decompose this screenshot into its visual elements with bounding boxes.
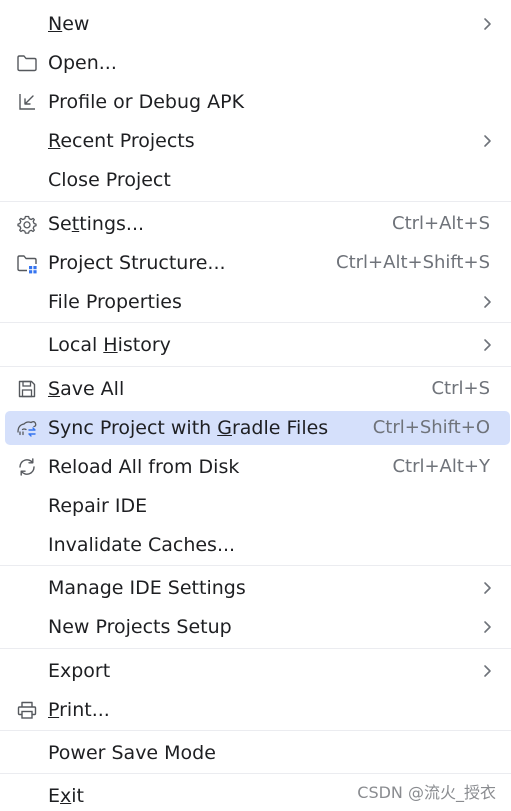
menu-item-recent-projects[interactable]: Recent Projects (0, 124, 511, 158)
menu-item-label: Close Project (48, 169, 171, 191)
mnemonic-letter: G (217, 417, 232, 439)
menu-item-label: Exit (48, 785, 84, 807)
menu-item-label: Recent Projects (48, 130, 195, 152)
menu-item-file-properties[interactable]: File Properties (0, 285, 511, 319)
menu-separator (0, 565, 511, 566)
mnemonic-letter: N (48, 13, 63, 35)
menu-item-repair-ide[interactable]: Repair IDE (0, 489, 511, 523)
chevron-right-icon (484, 621, 491, 633)
menu-item-label: Settings... (48, 213, 145, 235)
mnemonic-letter: t (71, 213, 80, 235)
menu-item-label: File Properties (48, 291, 182, 313)
menu-item-save-all[interactable]: Save All Ctrl+S (0, 372, 511, 406)
mnemonic-letter: H (103, 334, 118, 356)
menu-item-close-project[interactable]: Close Project (0, 163, 511, 197)
menu-item-export[interactable]: Export (0, 654, 511, 688)
gear-icon (17, 215, 37, 234)
project-structure-icon (17, 255, 37, 274)
chevron-right-icon (484, 665, 491, 677)
menu-item-new[interactable]: New (0, 7, 511, 41)
menu-item-label: Repair IDE (48, 495, 148, 517)
menu-item-invalidate-caches[interactable]: Invalidate Caches... (0, 528, 511, 562)
menu-item-label: New (48, 13, 90, 35)
chevron-right-icon (484, 18, 491, 30)
menu-separator (0, 322, 511, 323)
menu-item-label: Power Save Mode (48, 742, 216, 764)
menu-item-print[interactable]: Print... (0, 693, 511, 727)
gradle-sync-icon (17, 421, 37, 437)
mnemonic-letter: x (60, 785, 72, 807)
menu-item-label: Invalidate Caches... (48, 534, 236, 556)
menu-item-label: Export (48, 660, 111, 682)
menu-separator (0, 201, 511, 202)
menu-item-label: New Projects Setup (48, 616, 232, 638)
menu-item-open[interactable]: Open... (0, 46, 511, 80)
menu-item-sync-gradle[interactable]: Sync Project with Gradle Files Ctrl+Shif… (0, 411, 511, 445)
chevron-right-icon (484, 135, 491, 147)
mnemonic-letter: j (135, 169, 142, 191)
menu-item-label: Print... (48, 699, 110, 721)
menu-item-power-save-mode[interactable]: Power Save Mode (0, 736, 511, 770)
mnemonic-letter: S (48, 378, 61, 400)
menu-item-shortcut: Ctrl+Alt+S (392, 213, 490, 234)
chevron-right-icon (484, 339, 491, 351)
print-icon (17, 701, 37, 719)
mnemonic-letter: R (48, 130, 61, 152)
menu-item-label: Save All (48, 378, 125, 400)
import-arrow-icon (19, 94, 35, 110)
mnemonic-letter: P (48, 699, 60, 721)
menu-separator (0, 730, 511, 731)
menu-item-label: Reload All from Disk (48, 456, 240, 478)
menu-item-label: Profile or Debug APK (48, 91, 245, 113)
save-icon (18, 380, 36, 398)
menu-item-label: Open... (48, 52, 117, 74)
menu-item-project-structure[interactable]: Project Structure... Ctrl+Alt+Shift+S (0, 246, 511, 280)
menu-item-new-projects-setup[interactable]: New Projects Setup (0, 610, 511, 644)
folder-icon (17, 55, 37, 72)
chevron-right-icon (484, 296, 491, 308)
menu-item-label: Local History (48, 334, 171, 356)
watermark-text: CSDN @流火_授衣 (357, 783, 496, 802)
menu-item-label: Sync Project with Gradle Files (48, 417, 329, 439)
menu-item-shortcut: Ctrl+Alt+Y (392, 456, 490, 477)
menu-separator (0, 773, 511, 774)
menu-item-profile-debug-apk[interactable]: Profile or Debug APK (0, 85, 511, 119)
menu-item-manage-ide-settings[interactable]: Manage IDE Settings (0, 571, 511, 605)
menu-separator (0, 648, 511, 649)
chevron-right-icon (484, 582, 491, 594)
menu-item-reload-all-from-disk[interactable]: Reload All from Disk Ctrl+Alt+Y (0, 450, 511, 484)
menu-item-label: Project Structure... (48, 252, 226, 274)
menu-item-local-history[interactable]: Local History (0, 328, 511, 362)
menu-item-shortcut: Ctrl+S (431, 378, 490, 399)
menu-separator (0, 366, 511, 367)
reload-icon (19, 458, 35, 476)
file-menu: New Open... Profile or Debug APK Recent … (0, 0, 511, 811)
menu-item-settings[interactable]: Settings... Ctrl+Alt+S (0, 207, 511, 241)
menu-item-label: Manage IDE Settings (48, 577, 246, 599)
menu-item-shortcut: Ctrl+Shift+O (372, 417, 490, 438)
menu-item-shortcut: Ctrl+Alt+Shift+S (336, 252, 490, 273)
